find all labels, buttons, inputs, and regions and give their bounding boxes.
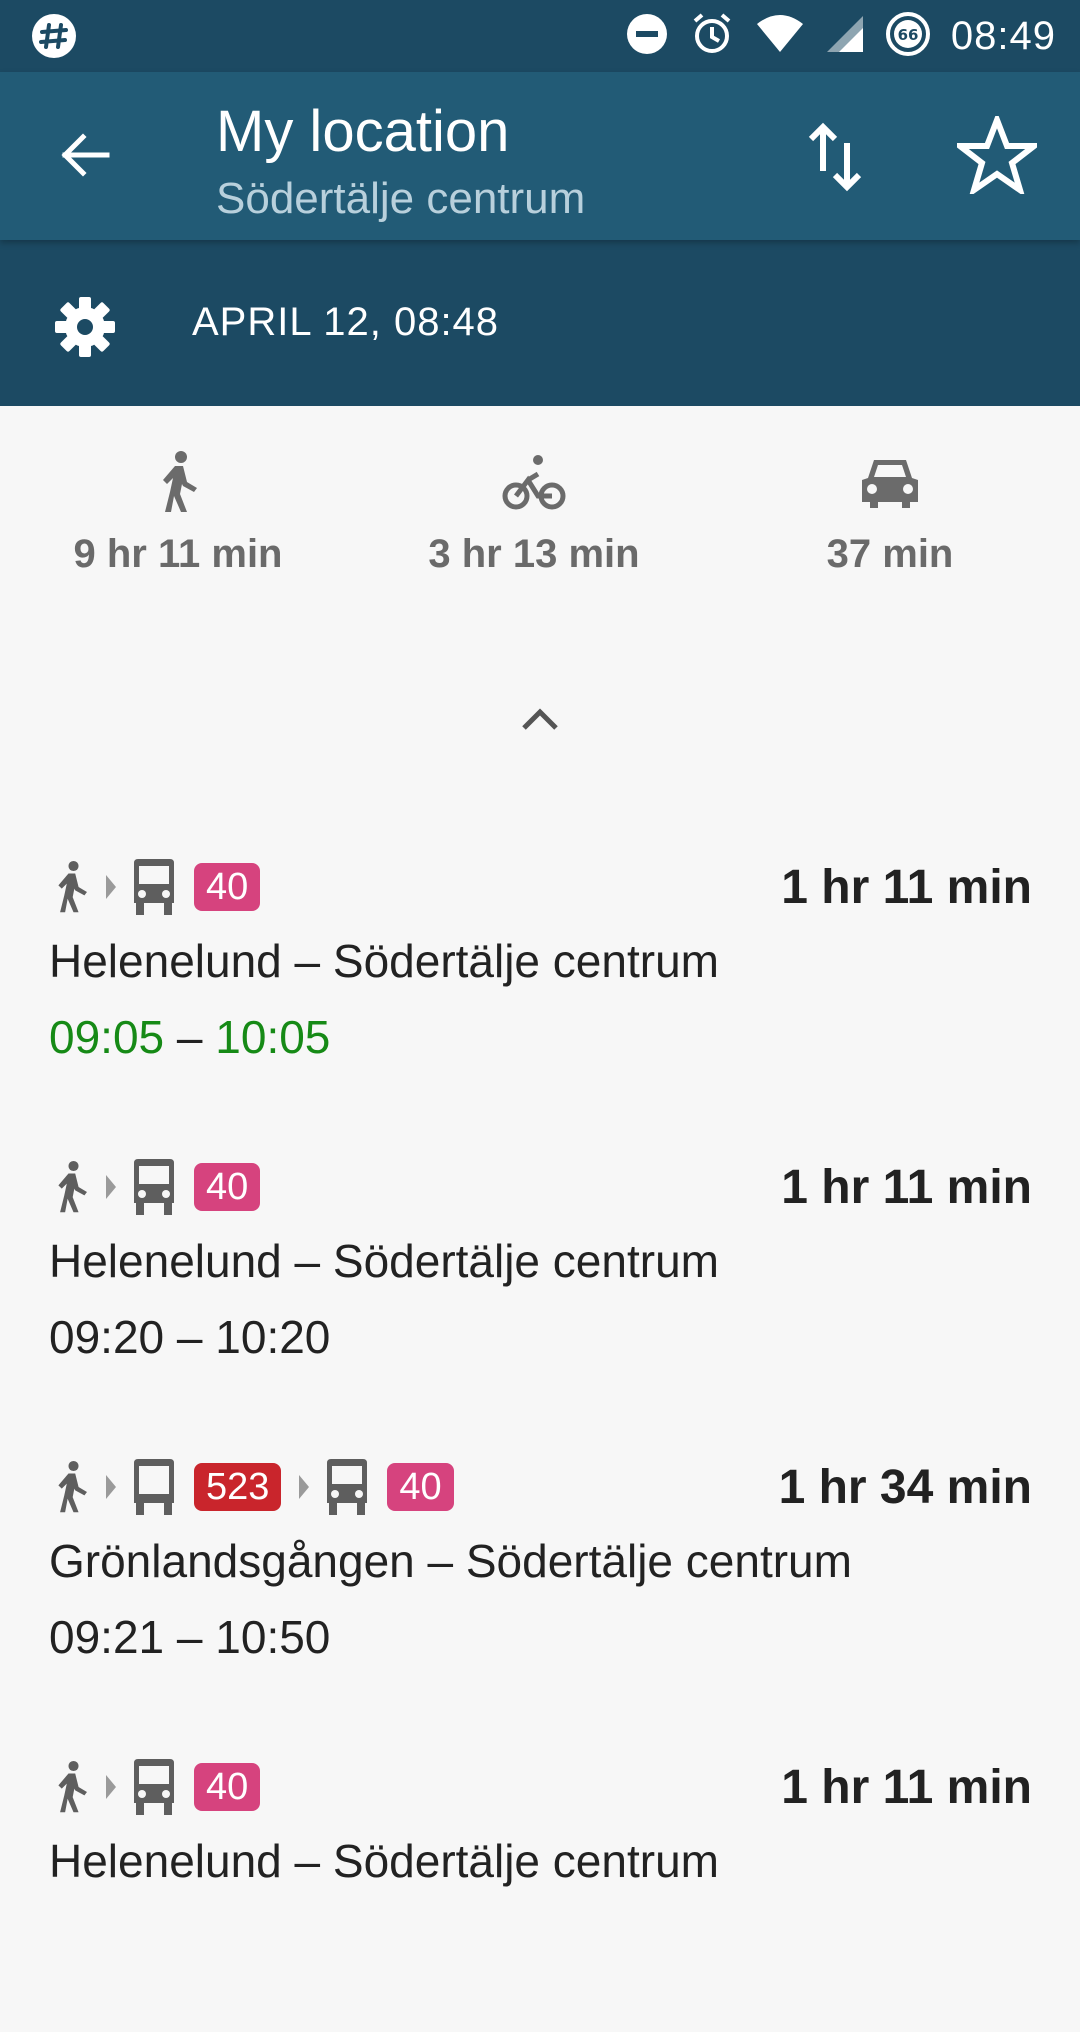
trip-duration: 1 hr 11 min [781,861,1032,914]
bike-icon [502,455,566,510]
collapse-button[interactable] [510,700,570,740]
swap-vertical-icon [808,122,862,192]
line-badge: 40 [194,1163,261,1211]
trip-times: 09:20 – 10:20 [49,1311,331,1363]
chevron-right-icon [106,875,116,899]
chevron-up-icon [522,708,558,730]
line-badge: 40 [194,1763,261,1811]
chevron-right-icon [299,1475,310,1499]
mode-walk[interactable]: 9 hr 11 min [48,450,308,577]
trip-duration: 1 hr 11 min [781,1161,1032,1214]
wifi-icon [755,14,805,59]
mode-car[interactable]: 37 min [760,450,1020,577]
line-badge: 523 [194,1463,282,1511]
status-bar: 66 08:49 [0,0,1080,72]
car-icon [862,460,918,508]
bus-icon [134,859,174,915]
trip-row[interactable]: 40 1 hr 11 min Helenelund – Södertälje c… [0,1152,1080,1432]
trip-times: 09:21 – 10:50 [49,1611,331,1663]
arrival-time: 10:50 [215,1611,331,1663]
app-bar: My location Södertälje centrum [0,72,1080,240]
mode-bike[interactable]: 3 hr 13 min [404,450,664,577]
mode-duration: 9 hr 11 min [73,532,283,576]
departure-time: 09:05 [49,1011,165,1063]
bus-icon [327,1459,368,1515]
trip-row[interactable]: 40 1 hr 11 min Helenelund – Södertälje c… [0,1752,1080,2032]
page-title: My location [216,99,510,164]
line-badge: 40 [194,863,261,911]
walk-icon [58,860,87,913]
bus-icon [134,1459,174,1515]
chevron-right-icon [106,1475,116,1499]
favorite-button[interactable] [950,108,1044,202]
star-outline-icon [957,116,1037,194]
walk-icon [163,451,197,512]
trip-route: Helenelund – Södertälje centrum [49,1235,719,1287]
trip-duration: 1 hr 34 min [778,1461,1032,1514]
trip-duration: 1 hr 11 min [781,1761,1032,1814]
svg-text:66: 66 [897,26,918,44]
signal-icon [825,14,865,59]
bus-icon [134,1159,174,1215]
alarm-icon [689,11,735,62]
back-button[interactable] [48,118,122,192]
swap-direction-button[interactable] [790,112,880,202]
slack-icon [30,12,78,65]
trip-row[interactable]: 523 40 1 hr 34 min Grönlandsgången – Söd… [0,1452,1080,1732]
gear-icon [55,297,115,357]
arrival-time: 10:05 [215,1011,331,1063]
departure-time-selector[interactable]: APRIL 12, 08:48 [192,300,499,345]
line-badge: 40 [387,1463,454,1511]
mode-duration: 37 min [826,532,954,576]
trip-row[interactable]: 40 1 hr 11 min Helenelund – Södertälje c… [0,852,1080,1132]
trip-route: Grönlandsgången – Södertälje centrum [49,1535,852,1587]
departure-time: 09:21 [49,1611,165,1663]
travel-modes: 9 hr 11 min 3 hr 13 min 37 min [0,406,1080,626]
date-bar: APRIL 12, 08:48 [0,240,1080,406]
walk-icon [58,1460,87,1513]
walk-icon [58,1760,87,1813]
trip-route: Helenelund – Södertälje centrum [49,1835,719,1887]
bus-icon [134,1759,174,1815]
battery-icon: 66 [885,11,931,62]
trip-route: Helenelund – Södertälje centrum [49,935,719,987]
mode-duration: 3 hr 13 min [428,532,640,576]
dnd-icon [625,12,669,61]
arrow-back-icon [61,133,110,177]
trip-times: 09:05 – 10:05 [49,1011,331,1063]
arrival-time: 10:20 [215,1311,331,1363]
chevron-right-icon [106,1775,116,1799]
chevron-right-icon [106,1175,116,1199]
trip-options-button[interactable] [50,292,120,362]
departure-time: 09:20 [49,1311,165,1363]
page-subtitle: Södertälje centrum [216,174,586,223]
walk-icon [58,1160,87,1213]
status-time: 08:49 [950,13,1056,58]
